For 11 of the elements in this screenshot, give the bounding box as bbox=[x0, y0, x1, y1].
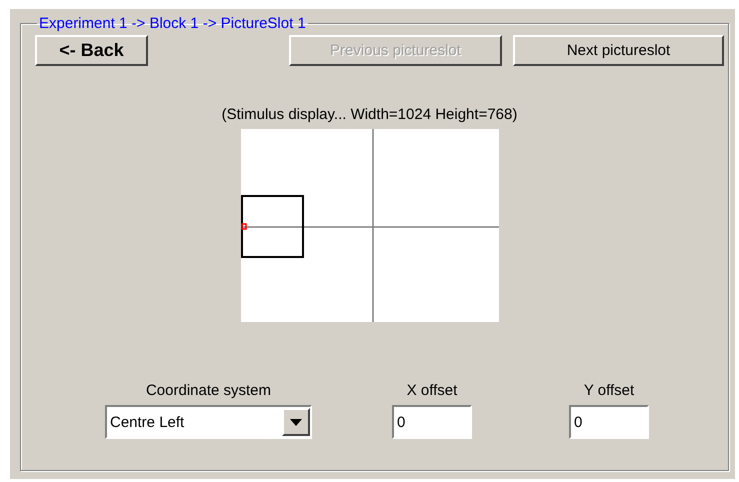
nav-button[interactable]: Next pictureslot bbox=[513, 34, 724, 66]
offset-field[interactable]: 0 bbox=[569, 405, 649, 439]
offset-field[interactable]: 0 bbox=[392, 405, 472, 439]
field-label: Y offset bbox=[584, 382, 634, 399]
field-label: Coordinate system bbox=[146, 382, 272, 399]
coordinate-dropdown[interactable]: Centre Left bbox=[105, 405, 312, 439]
dropdown-arrow-icon bbox=[290, 418, 302, 426]
field-label: X offset bbox=[406, 382, 458, 399]
group-title: Experiment 1 -> Block 1 -> PictureSlot 1 bbox=[38, 15, 307, 32]
back-button[interactable]: <- Back bbox=[35, 34, 148, 66]
display-label: (Stimulus display... Width=1024 Height=768) bbox=[222, 106, 518, 123]
